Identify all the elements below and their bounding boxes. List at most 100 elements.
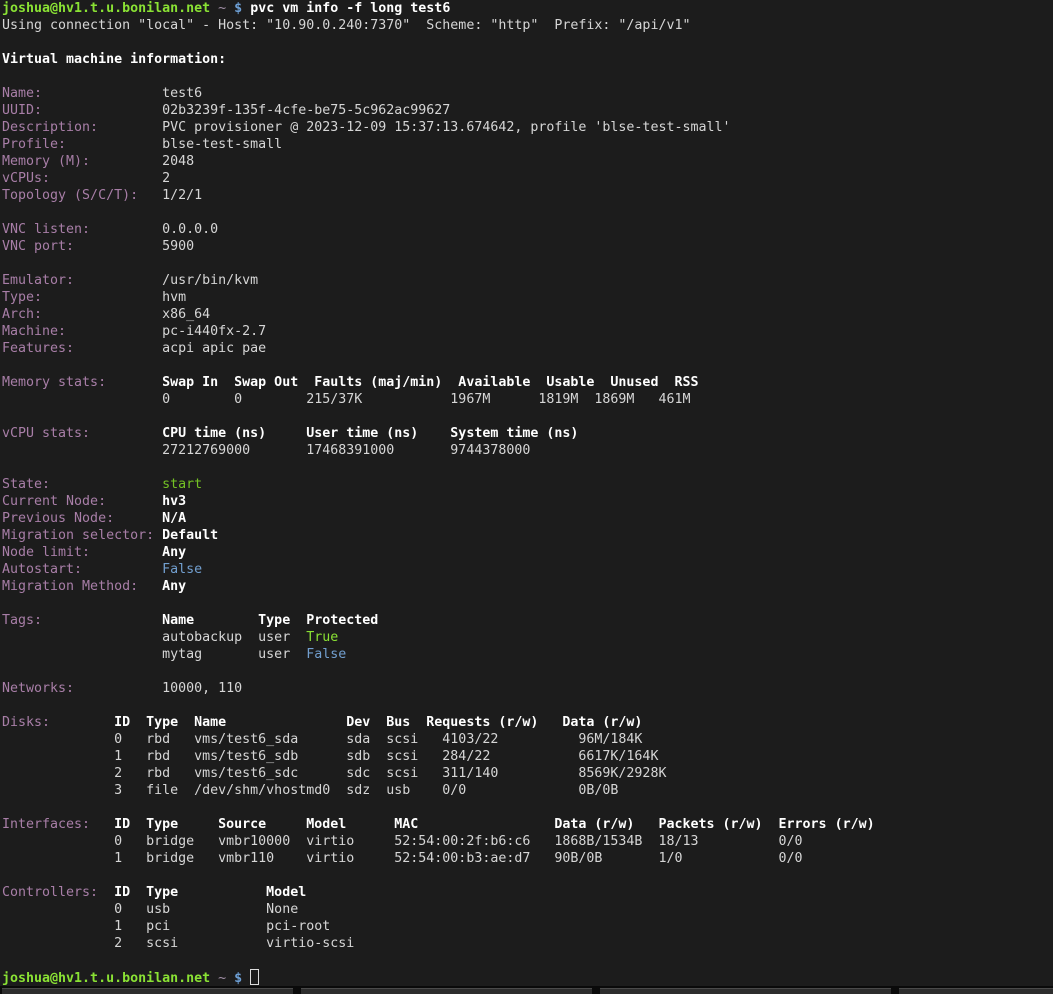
state-value: start [162,477,202,492]
table-header: ID Type Source Model MAC Data (r/w) Pack… [114,817,875,832]
value-text-bold: Any [162,545,186,560]
field-label: Memory stats: [2,375,162,390]
field-label: Arch: [2,307,162,322]
terminal-output[interactable]: joshua@hv1.t.u.bonilan.net ~ $ pvc vm in… [0,0,1053,986]
table-header: Name Type Protected [162,613,378,628]
terminal-line: vCPUs: 2 [2,170,1053,187]
value-blue: False [162,562,202,577]
field-label: Topology (S/C/T): [2,188,162,203]
terminal-line: Topology (S/C/T): 1/2/1 [2,187,1053,204]
tab-segment[interactable] [2,988,293,994]
output-text: blse-test-small [162,137,282,152]
terminal-line: 0 usb None [2,901,1053,918]
terminal-line [2,867,1053,884]
field-label: Node limit: [2,545,162,560]
output-text: 3 file /dev/shm/vhostmd0 sdz usb 0/0 0B/… [2,783,618,798]
output-text: 0 usb None [2,902,298,917]
field-label: UUID: [2,103,162,118]
output-text: 02b3239f-135f-4cfe-be75-5c962ac99627 [162,103,450,118]
output-text: 2 [162,171,170,186]
field-label: Emulator: [2,273,162,288]
terminal-line: Controllers: ID Type Model [2,884,1053,901]
terminal-line: Type: hvm [2,289,1053,306]
output-text: 5900 [162,239,194,254]
output-text: 0 0 215/37K 1967M 1819M 1869M 461M [2,392,690,407]
terminal-line: Disks: ID Type Name Dev Bus Requests (r/… [2,714,1053,731]
terminal-line: Using connection "local" - Host: "10.90.… [2,17,1053,34]
protected-true-value: True [306,630,338,645]
terminal-line: joshua@hv1.t.u.bonilan.net ~ $ pvc vm in… [2,0,1053,17]
field-label: Features: [2,341,162,356]
output-text: 1/2/1 [162,188,202,203]
prompt-separator: ~ [210,1,234,16]
terminal-line: Tags: Name Type Protected [2,612,1053,629]
field-label: Tags: [2,613,162,628]
field-label: vCPUs: [2,171,162,186]
command-text: pvc vm info -f long test6 [250,1,450,16]
value-text-bold: Virtual machine information: [2,52,226,67]
field-label: Name: [2,86,162,101]
output-text: PVC provisioner @ 2023-12-09 15:37:13.67… [162,120,730,135]
field-label: Memory (M): [2,154,162,169]
field-label: Current Node: [2,494,162,509]
terminal-line: Features: acpi apic pae [2,340,1053,357]
terminal-line: Migration Method: Any [2,578,1053,595]
output-text: x86_64 [162,307,210,322]
table-header: Swap In Swap Out Faults (maj/min) Availa… [162,375,698,390]
terminal-line: Name: test6 [2,85,1053,102]
output-text: pc-i440fx-2.7 [162,324,266,339]
field-label: Previous Node: [2,511,162,526]
prompt-symbol: $ [234,1,250,16]
terminal-line: VNC listen: 0.0.0.0 [2,221,1053,238]
field-label: VNC listen: [2,222,162,237]
terminal-line: 3 file /dev/shm/vhostmd0 sdz usb 0/0 0B/… [2,782,1053,799]
terminal-line: Emulator: /usr/bin/kvm [2,272,1053,289]
terminal-line: mytag user False [2,646,1053,663]
field-label: vCPU stats: [2,426,162,441]
output-text: autobackup user [2,630,306,645]
output-text: /usr/bin/kvm [162,273,258,288]
output-text: 27212769000 17468391000 9744378000 [2,443,530,458]
tab-segment[interactable] [899,988,1053,994]
terminal-line: 1 bridge vmbr110 virtio 52:54:00:b3:ae:d… [2,850,1053,867]
prompt-user-host: joshua@hv1.t.u.bonilan.net [2,971,210,986]
terminal-line: State: start [2,476,1053,493]
field-label: Interfaces: [2,817,114,832]
value-text-bold: Any [162,579,186,594]
value-blue: False [306,647,346,662]
table-header: CPU time (ns) User time (ns) System time… [162,426,578,441]
output-text: 0 bridge vmbr10000 virtio 52:54:00:2f:b6… [2,834,803,849]
output-text: 10000, 110 [162,681,242,696]
terminal-line: Autostart: False [2,561,1053,578]
terminal-line: 2 scsi virtio-scsi [2,935,1053,952]
output-text: acpi apic pae [162,341,266,356]
terminal-line: Virtual machine information: [2,51,1053,68]
output-text: test6 [162,86,202,101]
tab-segment[interactable] [301,988,592,994]
tab-segment[interactable] [600,988,891,994]
terminal-line: 0 0 215/37K 1967M 1819M 1869M 461M [2,391,1053,408]
field-label: Migration Method: [2,579,162,594]
terminal-cursor [250,969,259,985]
terminal-line [2,952,1053,969]
terminal-line: UUID: 02b3239f-135f-4cfe-be75-5c962ac996… [2,102,1053,119]
terminal-line: Arch: x86_64 [2,306,1053,323]
field-label: Disks: [2,715,114,730]
terminal-line: Description: PVC provisioner @ 2023-12-0… [2,119,1053,136]
prompt-separator: ~ [210,971,234,986]
value-text-bold: Default [162,528,218,543]
terminal-line [2,34,1053,51]
terminal-line: vCPU stats: CPU time (ns) User time (ns)… [2,425,1053,442]
terminal-line: Memory stats: Swap In Swap Out Faults (m… [2,374,1053,391]
output-text: 1 rbd vms/test6_sdb sdb scsi 284/22 6617… [2,749,658,764]
terminal-line [2,255,1053,272]
field-label: Autostart: [2,562,162,577]
terminal-window: joshua@hv1.t.u.bonilan.net ~ $ pvc vm in… [0,0,1053,994]
terminal-line: Profile: blse-test-small [2,136,1053,153]
terminal-line: Networks: 10000, 110 [2,680,1053,697]
terminal-line: 0 bridge vmbr10000 virtio 52:54:00:2f:b6… [2,833,1053,850]
terminal-line: 27212769000 17468391000 9744378000 [2,442,1053,459]
terminal-line: Current Node: hv3 [2,493,1053,510]
field-label: Migration selector: [2,528,162,543]
terminal-line: 1 rbd vms/test6_sdb sdb scsi 284/22 6617… [2,748,1053,765]
